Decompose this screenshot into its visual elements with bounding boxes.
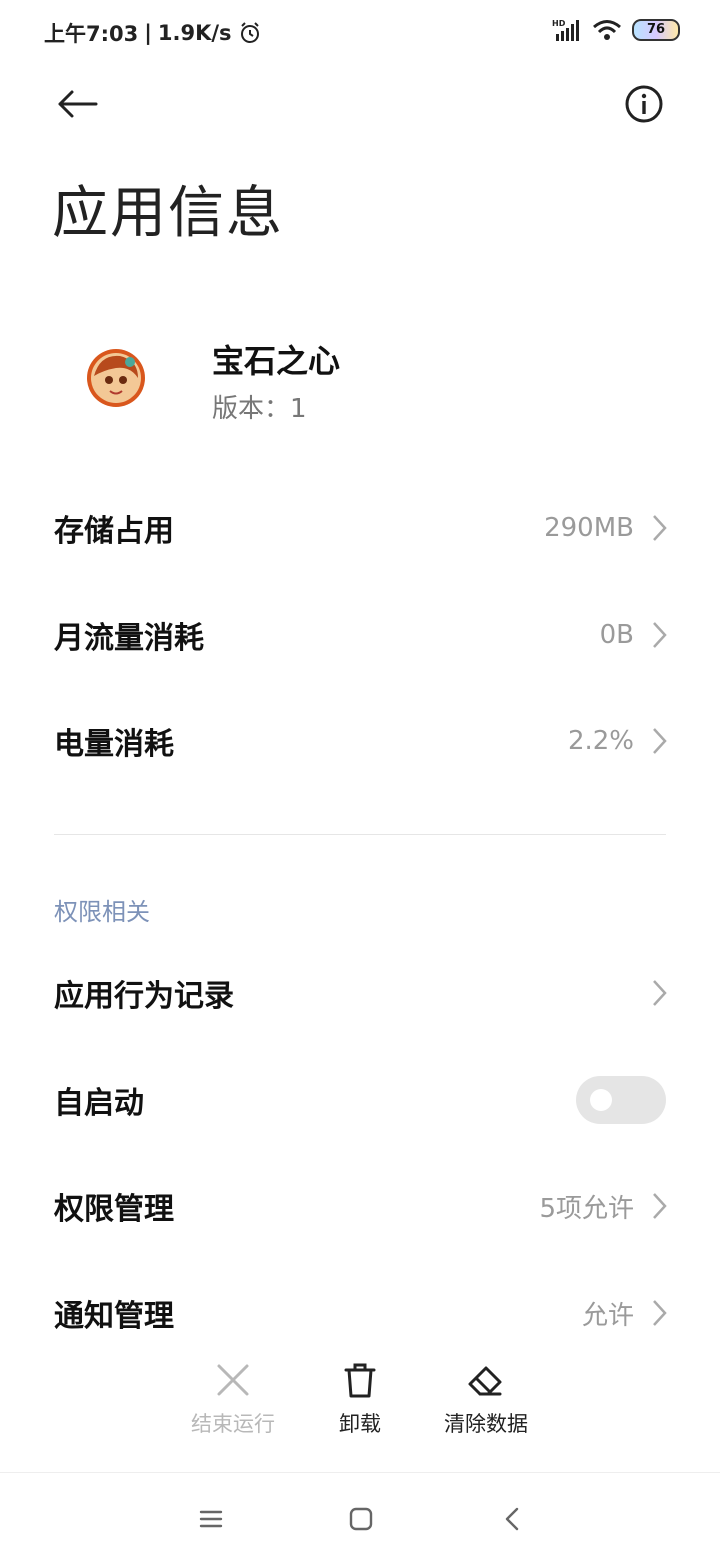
app-name: 宝石之心 — [212, 342, 341, 380]
menu-button[interactable] — [189, 1501, 233, 1537]
storage-row[interactable]: 存储占用 290MB — [0, 475, 720, 581]
trash-icon — [344, 1363, 376, 1398]
page-title: 应用信息 — [52, 181, 284, 246]
wifi-icon — [593, 20, 621, 40]
row-label: 应用行为记录 — [54, 979, 234, 1014]
back-arrow-icon — [58, 90, 98, 118]
toggle-knob — [590, 1089, 612, 1111]
home-icon — [349, 1507, 373, 1531]
back-nav-button[interactable] — [490, 1501, 534, 1537]
info-icon — [625, 85, 663, 123]
autostart-toggle[interactable] — [576, 1076, 666, 1124]
row-label: 月流量消耗 — [54, 621, 204, 656]
row-label: 自启动 — [54, 1086, 144, 1121]
status-net-speed: 1.9K/s — [157, 21, 232, 45]
app-icon — [86, 348, 146, 408]
row-value: 允许 — [581, 1300, 634, 1331]
row-label: 权限管理 — [54, 1192, 174, 1227]
row-label: 电量消耗 — [54, 727, 174, 762]
battery-icon: 76 — [632, 19, 680, 41]
close-icon — [217, 1364, 249, 1396]
uninstall-button[interactable]: 卸载 — [290, 1362, 430, 1438]
row-value: 0B — [599, 620, 634, 650]
action-label: 卸载 — [339, 1412, 381, 1436]
permission-manage-row[interactable]: 权限管理 5项允许 — [0, 1153, 720, 1259]
notification-manage-row[interactable]: 通知管理 允许 — [0, 1260, 720, 1366]
row-value: 2.2% — [567, 726, 634, 756]
chevron-right-icon — [653, 622, 667, 648]
row-label: 通知管理 — [54, 1299, 174, 1334]
behavior-record-row[interactable]: 应用行为记录 — [0, 940, 720, 1046]
svg-text:HD: HD — [552, 19, 566, 28]
menu-icon — [199, 1510, 223, 1528]
app-version: 版本：1 — [212, 394, 307, 424]
status-right: HD 76 — [552, 18, 680, 42]
force-stop-button[interactable]: 结束运行 — [163, 1362, 303, 1438]
chevron-right-icon — [653, 980, 667, 1006]
navigation-bar — [0, 1472, 720, 1561]
divider — [54, 834, 666, 835]
row-value: 290MB — [544, 513, 634, 543]
row-value: 5项允许 — [539, 1193, 634, 1224]
autostart-row: 自启动 — [0, 1047, 720, 1153]
data-usage-row[interactable]: 月流量消耗 0B — [0, 582, 720, 688]
action-label: 清除数据 — [444, 1412, 528, 1436]
home-button[interactable] — [339, 1501, 383, 1537]
battery-usage-row[interactable]: 电量消耗 2.2% — [0, 688, 720, 794]
chevron-right-icon — [653, 1193, 667, 1219]
status-time: 上午7:03 — [44, 22, 139, 46]
eraser-icon — [468, 1366, 502, 1396]
chevron-right-icon — [653, 728, 667, 754]
status-separator: | — [144, 21, 152, 45]
chevron-right-icon — [653, 1300, 667, 1326]
status-left: 上午7:03 | 1.9K/s — [44, 18, 262, 48]
action-label: 结束运行 — [191, 1412, 275, 1436]
section-title: 权限相关 — [54, 898, 150, 926]
row-label: 存储占用 — [54, 514, 174, 549]
signal-icon: HD — [552, 19, 579, 41]
chevron-right-icon — [653, 515, 667, 541]
back-icon — [505, 1507, 519, 1531]
back-button[interactable] — [52, 82, 102, 126]
alarm-icon — [240, 22, 259, 43]
clear-data-button[interactable]: 清除数据 — [416, 1362, 556, 1438]
info-button[interactable] — [622, 82, 666, 126]
